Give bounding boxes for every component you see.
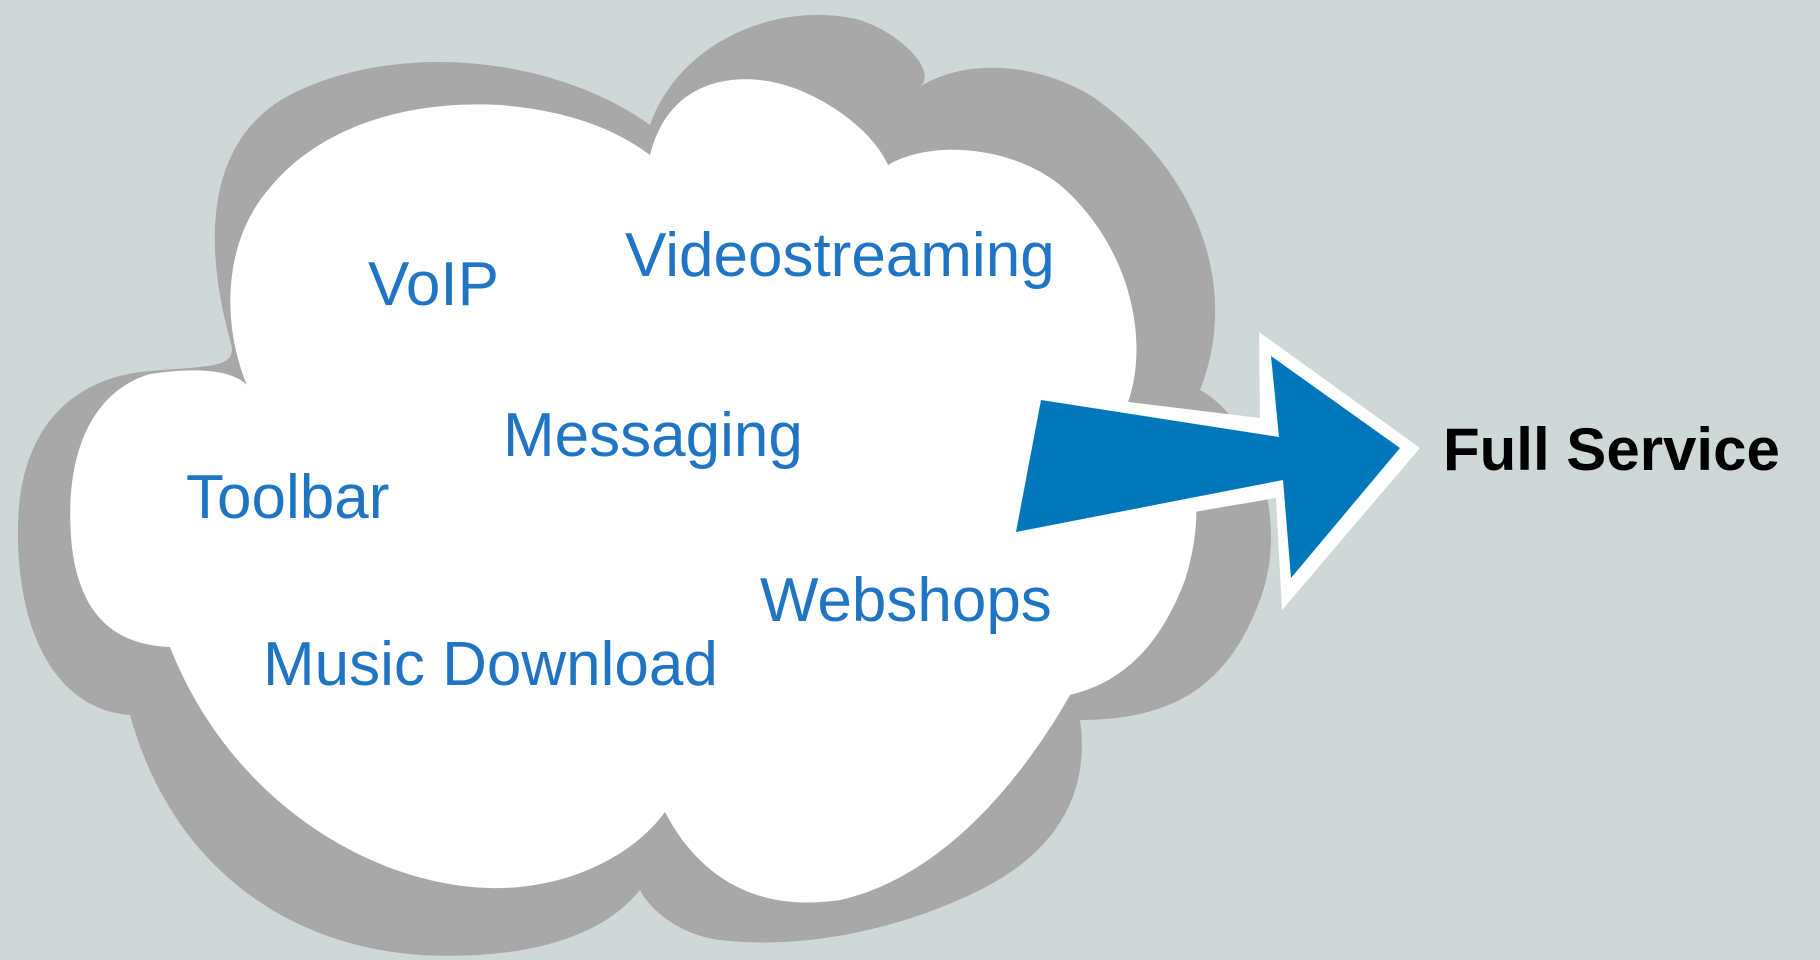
result-label: Full Service: [1443, 416, 1780, 483]
service-label-music-download: Music Download: [263, 630, 718, 699]
service-label-webshops: Webshops: [760, 566, 1052, 635]
service-label-voip: VoIP: [368, 250, 499, 319]
service-label-messaging: Messaging: [503, 401, 803, 470]
service-label-videostreaming: Videostreaming: [625, 221, 1055, 290]
service-label-toolbar: Toolbar: [186, 463, 390, 532]
